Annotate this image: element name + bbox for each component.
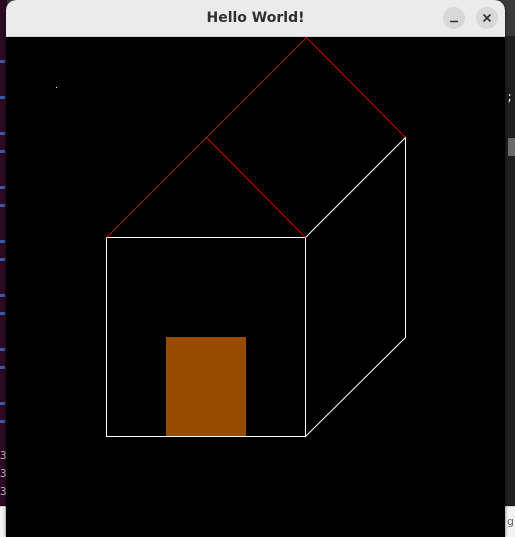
strip-mark bbox=[0, 150, 5, 153]
strip-mark bbox=[0, 366, 5, 369]
strip-mark bbox=[0, 240, 5, 243]
house-drawing bbox=[56, 37, 406, 438]
strip-glyph: ; bbox=[506, 90, 514, 104]
side-roof bbox=[206, 37, 406, 138]
close-button[interactable] bbox=[476, 7, 498, 29]
strip-mark bbox=[0, 186, 5, 189]
strip-mark bbox=[0, 294, 5, 297]
bottom-bar-clipped-text: gl bbox=[507, 515, 515, 528]
window-title: Hello World! bbox=[206, 10, 305, 26]
window-titlebar[interactable]: Hello World! bbox=[6, 0, 505, 37]
strip-mark bbox=[0, 60, 5, 63]
side-wall bbox=[305, 136, 406, 438]
background-scrollbar-thumb bbox=[508, 138, 515, 156]
drawing-canvas[interactable] bbox=[6, 37, 505, 537]
strip-mark bbox=[0, 258, 5, 261]
app-window: Hello World! bbox=[6, 0, 505, 537]
close-icon bbox=[482, 13, 492, 23]
stray-pixel bbox=[56, 87, 57, 88]
strip-mark bbox=[0, 204, 5, 207]
door bbox=[166, 337, 246, 436]
strip-mark bbox=[0, 420, 5, 423]
strip-mark bbox=[0, 348, 5, 351]
strip-mark bbox=[0, 402, 5, 405]
strip-mark bbox=[0, 312, 5, 315]
minimize-icon bbox=[450, 20, 458, 23]
minimize-button[interactable] bbox=[443, 7, 465, 29]
strip-mark bbox=[0, 132, 5, 135]
front-roof bbox=[106, 136, 306, 238]
background-editor-strip: ; bbox=[505, 36, 515, 506]
strip-mark bbox=[0, 96, 5, 99]
